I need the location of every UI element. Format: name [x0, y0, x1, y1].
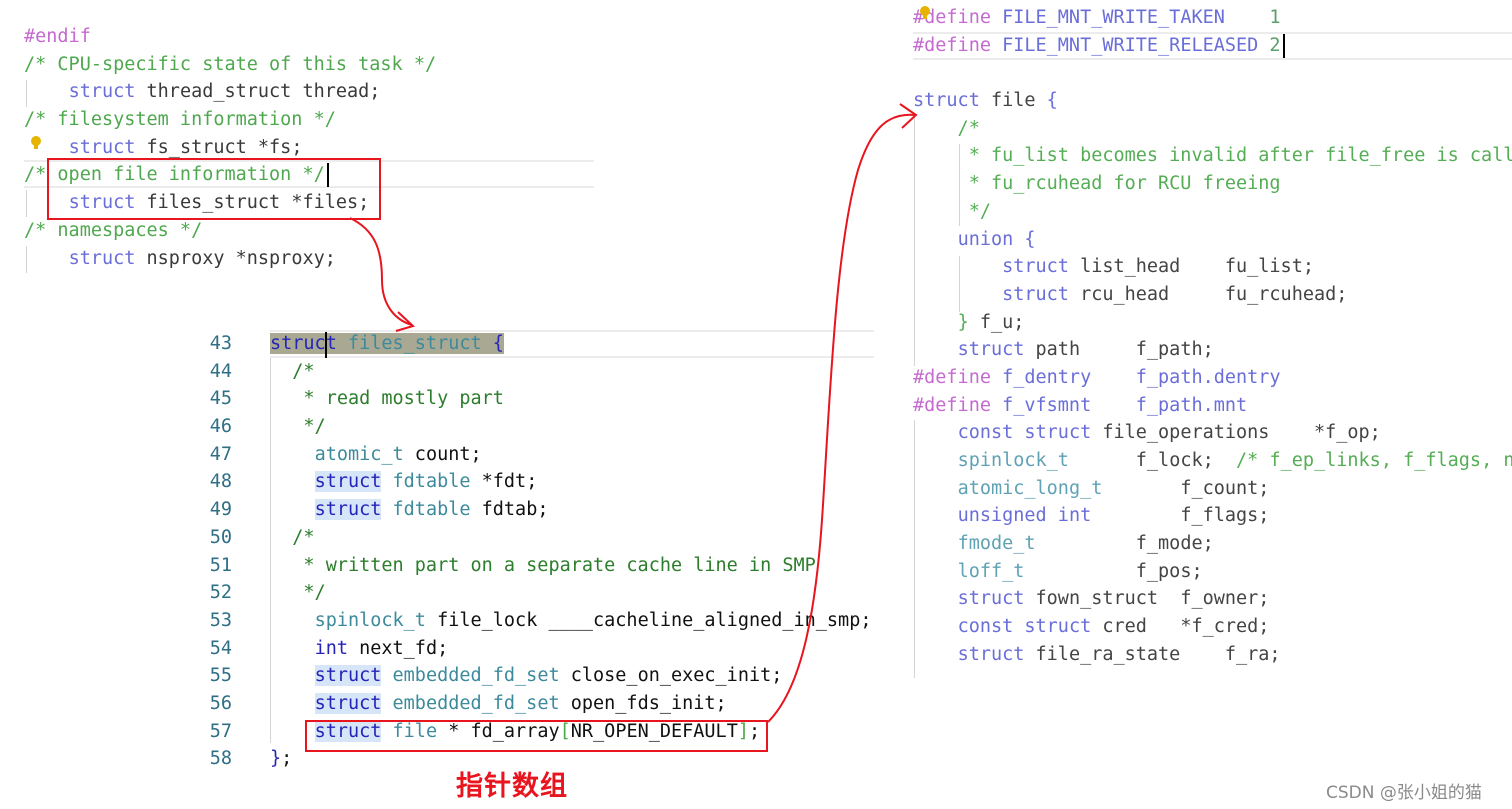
- arrow-fd-array-to-file: [767, 113, 916, 723]
- pointer-array-annotation: 指针数组: [456, 771, 568, 802]
- watermark: CSDN @张小姐的猫: [1326, 783, 1482, 803]
- annotation-arrows: [349, 103, 918, 723]
- arrow-files-to-files-struct: [349, 217, 413, 326]
